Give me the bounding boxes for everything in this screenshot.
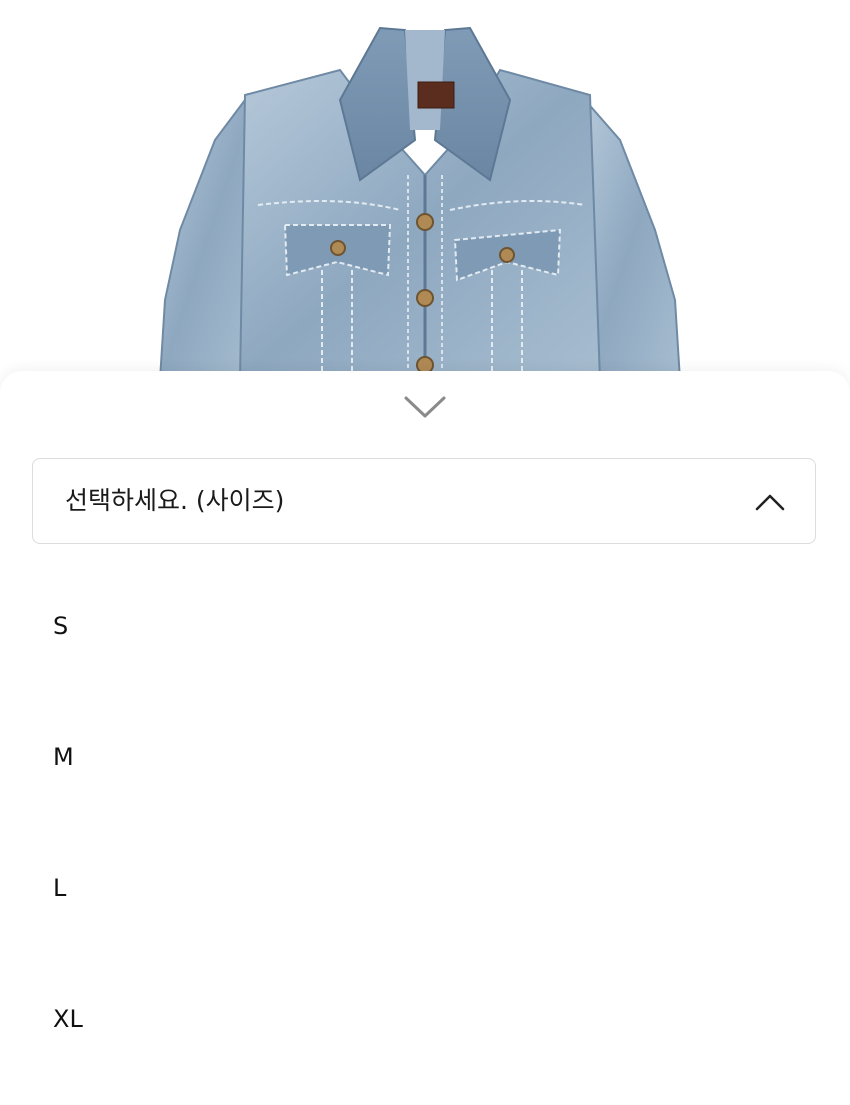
size-option-l[interactable]: L — [0, 822, 850, 953]
chevron-up-icon — [755, 494, 785, 511]
size-option-xl[interactable]: XL — [0, 953, 850, 1084]
size-select-placeholder: 선택하세요. (사이즈) — [65, 486, 285, 515]
size-option-list: S M L XL — [0, 560, 850, 1084]
size-option-s[interactable]: S — [0, 560, 850, 691]
chevron-down-icon — [404, 396, 446, 418]
size-select[interactable]: 선택하세요. (사이즈) — [32, 458, 816, 544]
size-option-m[interactable]: M — [0, 691, 850, 822]
screen: 선택하세요. (사이즈) S M L XL — [0, 0, 850, 1105]
product-image — [0, 0, 850, 380]
size-bottom-sheet: 선택하세요. (사이즈) S M L XL — [0, 371, 850, 1105]
denim-jacket-illustration — [158, 26, 682, 380]
sheet-collapse-button[interactable] — [401, 393, 449, 421]
